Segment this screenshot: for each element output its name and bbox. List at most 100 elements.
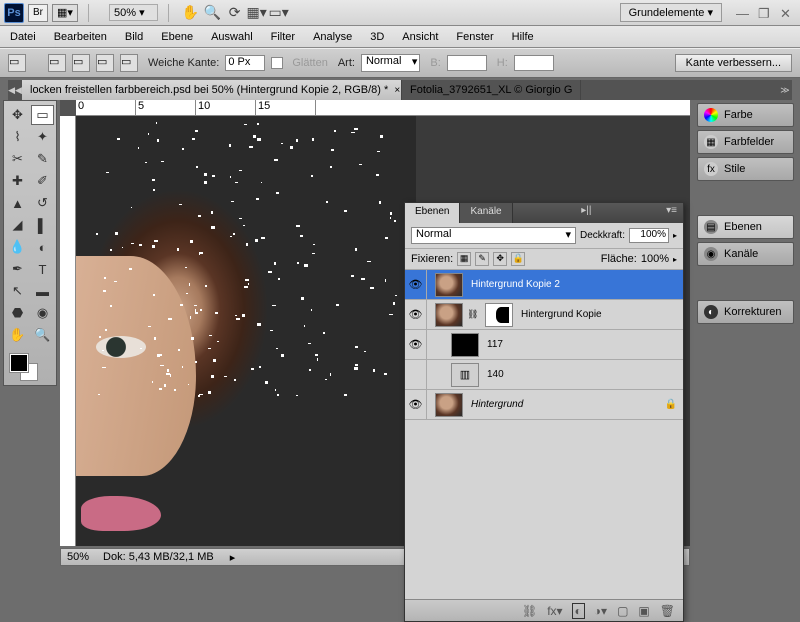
zoom-tool[interactable]: 🔍 xyxy=(31,325,54,345)
wand-tool[interactable]: ✦ xyxy=(31,127,54,147)
antialias-checkbox[interactable] xyxy=(271,57,283,69)
dock-stile[interactable]: fxStile xyxy=(697,157,794,181)
visibility-toggle[interactable] xyxy=(405,360,427,389)
hand-icon[interactable]: ✋ xyxy=(183,5,199,21)
blend-mode-select[interactable]: Normal▾ xyxy=(411,227,576,244)
pen-tool[interactable]: ✒ xyxy=(6,259,29,279)
zoom-select[interactable]: 50% ▾ xyxy=(109,4,158,21)
visibility-toggle[interactable]: 👁 xyxy=(405,390,427,419)
fx-icon[interactable]: fx▾ xyxy=(547,604,562,618)
layer-row[interactable]: 👁 Hintergrund Kopie 2 xyxy=(405,270,683,300)
screenmode-icon[interactable]: ▭▾ xyxy=(271,5,287,21)
marquee-tool[interactable]: ▭ xyxy=(31,105,54,125)
menu-bild[interactable]: Bild xyxy=(125,31,143,43)
path-tool[interactable]: ↖ xyxy=(6,281,29,301)
3d-tool[interactable]: ⬣ xyxy=(6,303,29,323)
brush-tool[interactable]: ✐ xyxy=(31,171,54,191)
visibility-toggle[interactable]: 👁 xyxy=(405,330,427,359)
dock-farbe[interactable]: Farbe xyxy=(697,103,794,127)
ps-app-icon[interactable]: Ps xyxy=(4,3,24,23)
workspace-dropdown[interactable]: Grundelemente ▾ xyxy=(620,3,722,22)
document-tab[interactable]: Fotolia_3792651_XL © Giorgio G xyxy=(402,80,581,100)
sub-select-icon[interactable]: ▭ xyxy=(96,54,114,72)
lock-all-icon[interactable]: 🔒 xyxy=(511,252,525,266)
zoom-icon[interactable]: 🔍 xyxy=(205,5,221,21)
dock-farbfelder[interactable]: ▦Farbfelder xyxy=(697,130,794,154)
panel-tab-ebenen[interactable]: Ebenen xyxy=(405,203,460,223)
layer-name[interactable]: Hintergrund Kopie xyxy=(521,309,677,320)
foreground-swatch[interactable] xyxy=(10,354,28,372)
layer-name[interactable]: 140 xyxy=(487,369,677,380)
layer-row[interactable]: 👁 117 xyxy=(405,330,683,360)
visibility-toggle[interactable]: 👁 xyxy=(405,270,427,299)
lock-pixels-icon[interactable]: ✎ xyxy=(475,252,489,266)
layer-thumb[interactable] xyxy=(435,393,463,417)
adjustment-icon[interactable]: ◑▾ xyxy=(594,604,607,618)
link-icon[interactable]: ⛓ xyxy=(467,309,477,320)
eraser-tool[interactable]: ◢ xyxy=(6,215,29,235)
dock-ebenen[interactable]: ▤Ebenen xyxy=(697,215,794,239)
hand-tool[interactable]: ✋ xyxy=(6,325,29,345)
menu-filter[interactable]: Filter xyxy=(271,31,295,43)
menu-3d[interactable]: 3D xyxy=(370,31,384,43)
layer-thumb[interactable] xyxy=(451,333,479,357)
lock-transparency-icon[interactable]: ▦ xyxy=(457,252,471,266)
layer-row[interactable]: 👁 Hintergrund 🔒 xyxy=(405,390,683,420)
new-layer-icon[interactable]: ▣ xyxy=(638,604,649,618)
layer-thumb[interactable] xyxy=(435,303,463,327)
menu-bearbeiten[interactable]: Bearbeiten xyxy=(54,31,107,43)
dock-kanaele[interactable]: ◉Kanäle xyxy=(697,242,794,266)
eyedropper-tool[interactable]: ✎ xyxy=(31,149,54,169)
link-layers-icon[interactable]: ⛓ xyxy=(522,604,537,618)
layer-thumb[interactable] xyxy=(435,273,463,297)
lasso-tool[interactable]: ⌇ xyxy=(6,127,29,147)
status-doc[interactable]: Dok: 5,43 MB/32,1 MB xyxy=(103,551,214,563)
arrange-icon[interactable]: ▦▾ xyxy=(249,5,265,21)
group-icon[interactable]: ▢ xyxy=(617,604,628,618)
stamp-tool[interactable]: ▲ xyxy=(6,193,29,213)
menu-auswahl[interactable]: Auswahl xyxy=(211,31,253,43)
gradient-tool[interactable]: ▌ xyxy=(31,215,54,235)
menu-ansicht[interactable]: Ansicht xyxy=(402,31,438,43)
layer-thumb[interactable]: ▥ xyxy=(451,363,479,387)
panel-tab-kanaele[interactable]: Kanäle xyxy=(460,203,512,223)
status-zoom[interactable]: 50% xyxy=(67,551,89,563)
3d-cam-tool[interactable]: ◉ xyxy=(31,303,54,323)
shape-tool[interactable]: ▬ xyxy=(31,281,54,301)
history-brush-tool[interactable]: ↺ xyxy=(31,193,54,213)
intersect-select-icon[interactable]: ▭ xyxy=(120,54,138,72)
delete-icon[interactable]: 🗑 xyxy=(660,604,675,618)
menu-datei[interactable]: Datei xyxy=(10,31,36,43)
move-tool[interactable]: ✥ xyxy=(6,105,29,125)
dodge-tool[interactable]: ◐ xyxy=(31,237,54,257)
layer-name[interactable]: Hintergrund Kopie 2 xyxy=(471,279,677,290)
lock-position-icon[interactable]: ✥ xyxy=(493,252,507,266)
menu-fenster[interactable]: Fenster xyxy=(456,31,493,43)
tool-preset-icon[interactable]: ▭ xyxy=(8,54,26,72)
tab-prev-icon[interactable]: ◀◀ xyxy=(8,85,22,96)
minibridge-icon[interactable]: ▦▾ xyxy=(52,4,78,22)
blur-tool[interactable]: 💧 xyxy=(6,237,29,257)
tab-close-icon[interactable]: × xyxy=(394,85,400,96)
visibility-toggle[interactable]: 👁 xyxy=(405,300,427,329)
menu-hilfe[interactable]: Hilfe xyxy=(512,31,534,43)
fill-input[interactable]: 100% xyxy=(641,253,669,265)
mask-icon[interactable]: ◐ xyxy=(573,604,584,618)
panel-menu-icon[interactable]: ▾≡ xyxy=(660,203,683,223)
opacity-input[interactable]: 100% xyxy=(629,228,669,243)
rotate-icon[interactable]: ⟳ xyxy=(227,5,243,21)
panel-collapse-icon[interactable]: ▸|| xyxy=(575,203,597,223)
layer-row[interactable]: 👁 ⛓ Hintergrund Kopie xyxy=(405,300,683,330)
close-button[interactable]: ✕ xyxy=(780,6,794,20)
refine-edge-button[interactable]: Kante verbessern... xyxy=(675,54,792,72)
document-tab-active[interactable]: locken freistellen farbbereich.psd bei 5… xyxy=(22,80,402,100)
style-select[interactable]: Normal▾ xyxy=(361,54,420,72)
mask-thumb[interactable] xyxy=(485,303,513,327)
layer-name[interactable]: 117 xyxy=(487,339,677,350)
minimize-button[interactable]: — xyxy=(736,6,750,20)
add-select-icon[interactable]: ▭ xyxy=(72,54,90,72)
menu-ebene[interactable]: Ebene xyxy=(161,31,193,43)
feather-input[interactable]: 0 Px xyxy=(225,55,265,71)
layer-row[interactable]: ▥ 140 xyxy=(405,360,683,390)
rect-select-icon[interactable]: ▭ xyxy=(48,54,66,72)
